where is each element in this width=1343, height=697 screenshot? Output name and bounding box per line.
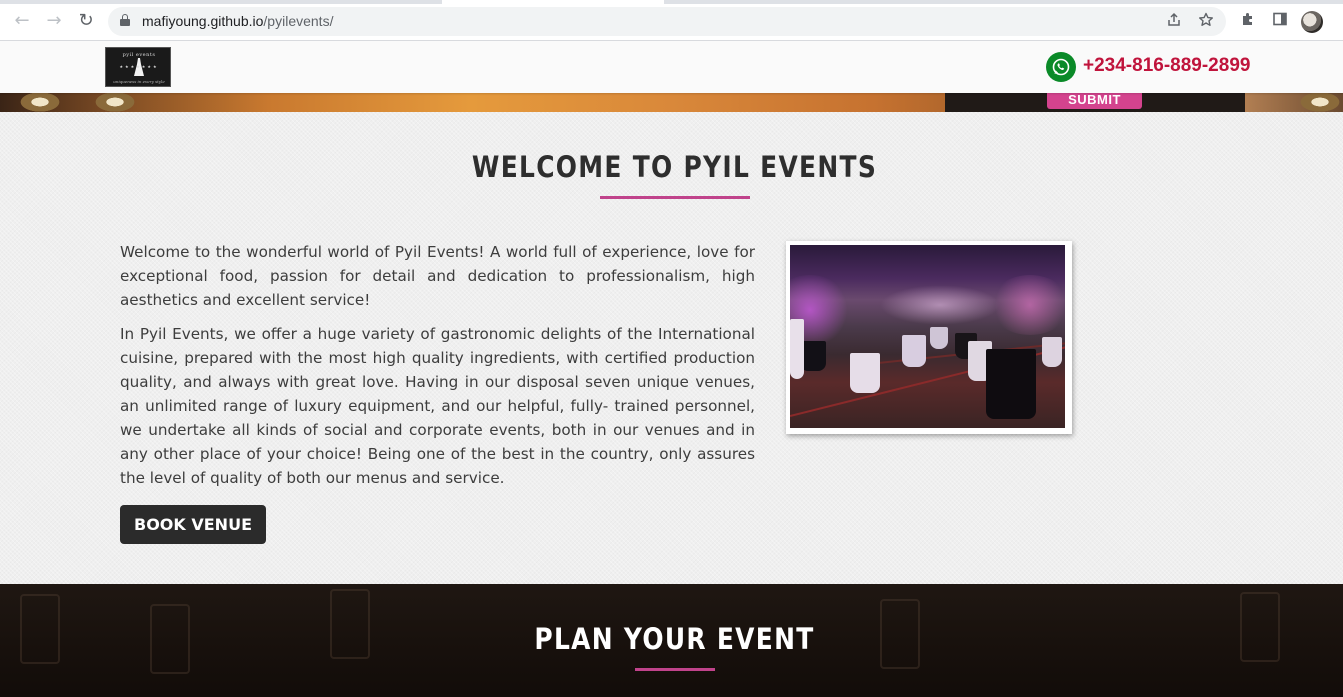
hero-banner: SUBMIT xyxy=(0,93,1343,112)
decor-flower xyxy=(1290,93,1343,112)
stars-icon: ★★★★★★★ xyxy=(119,64,159,69)
welcome-paragraph: Welcome to the wonderful world of Pyil E… xyxy=(120,243,755,309)
booking-form-panel: SUBMIT xyxy=(945,93,1245,112)
welcome-section: WELCOME TO PYIL EVENTS Welcome to the wo… xyxy=(0,112,1343,584)
submit-button[interactable]: SUBMIT xyxy=(1047,93,1142,109)
heading-underline xyxy=(635,668,715,671)
forward-icon[interactable]: → xyxy=(43,10,65,32)
plan-heading: PLAN YOUR EVENT xyxy=(534,622,815,656)
logo-text: pyil events xyxy=(122,52,156,58)
heading-underline xyxy=(600,196,750,199)
address-bar[interactable]: mafiyoung.github.io/pyilevents/ xyxy=(108,7,1226,36)
book-venue-button[interactable]: BOOK VENUE xyxy=(120,505,266,544)
star-icon[interactable] xyxy=(1198,12,1214,32)
extensions-icon[interactable] xyxy=(1240,11,1256,31)
decor-chair xyxy=(20,594,60,664)
whatsapp-icon[interactable] xyxy=(1046,52,1076,82)
logo-tagline: uniqueness in every style xyxy=(113,79,165,84)
site-header: pyil events ★★★★★★★ uniqueness in every … xyxy=(0,41,1343,93)
welcome-heading: WELCOME TO PYIL EVENTS xyxy=(471,150,878,184)
reload-icon[interactable]: ↻ xyxy=(75,10,97,32)
venue-photo xyxy=(786,241,1072,434)
venue-photo-image xyxy=(790,245,1065,428)
browser-toolbar: ← → ↻ mafiyoung.github.io/pyilevents/ xyxy=(0,0,1343,41)
site-logo[interactable]: pyil events ★★★★★★★ uniqueness in every … xyxy=(105,47,171,87)
url-text[interactable]: mafiyoung.github.io/pyilevents/ xyxy=(142,13,333,29)
decor-flower xyxy=(10,93,70,112)
tab-strip xyxy=(0,0,1343,4)
phone-number[interactable]: +234-816-889-2899 xyxy=(1083,55,1250,77)
welcome-paragraph: In Pyil Events, we offer a huge variety … xyxy=(120,325,755,487)
lock-icon[interactable] xyxy=(120,14,130,26)
profile-avatar[interactable] xyxy=(1301,11,1323,33)
sidepanel-icon[interactable] xyxy=(1272,11,1288,31)
welcome-body: Welcome to the wonderful world of Pyil E… xyxy=(120,240,755,500)
back-icon[interactable]: ← xyxy=(11,10,33,32)
decor-flower xyxy=(85,93,145,112)
share-icon[interactable] xyxy=(1166,12,1182,32)
plan-section: PLAN YOUR EVENT xyxy=(0,584,1343,697)
active-tab[interactable] xyxy=(442,0,664,4)
